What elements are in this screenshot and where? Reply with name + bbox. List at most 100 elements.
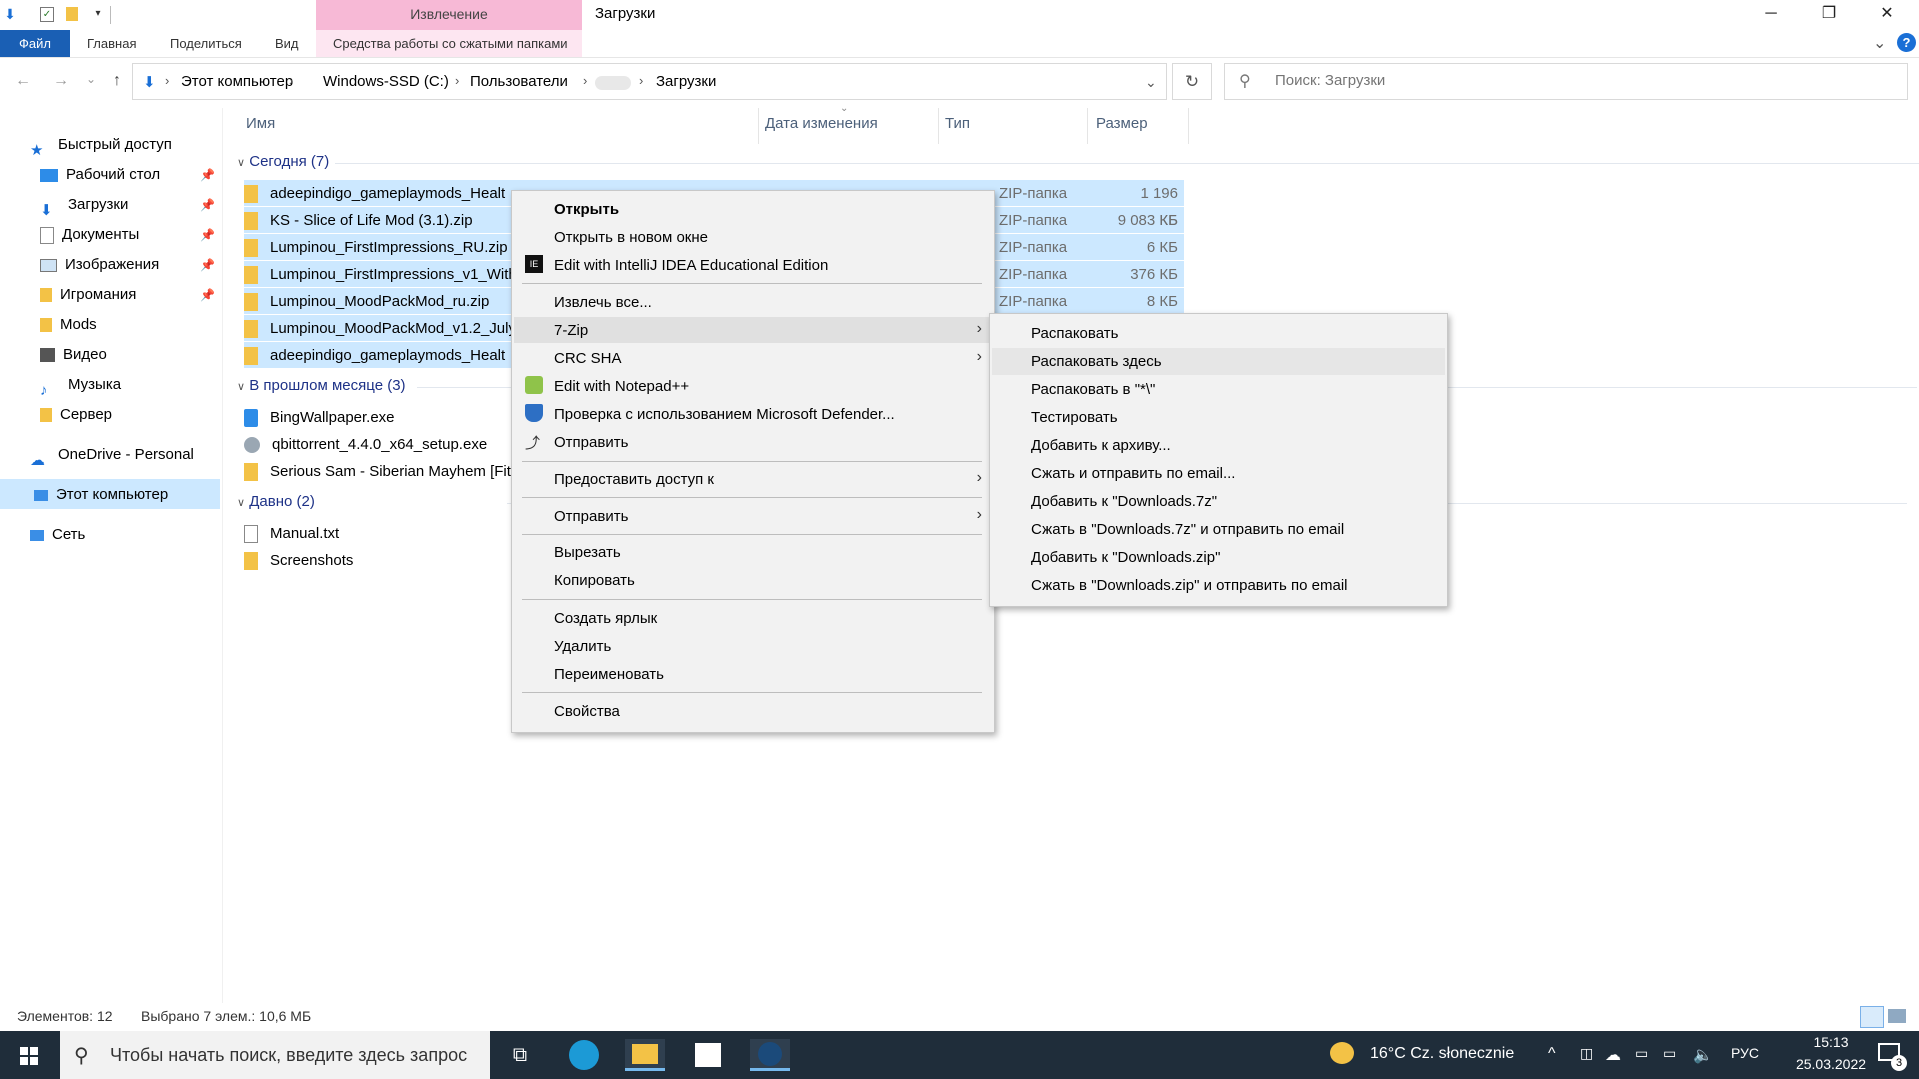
help-icon[interactable]: ?	[1897, 33, 1916, 52]
column-header-size[interactable]: Размер	[1096, 115, 1148, 132]
menu-item-properties[interactable]: Свойства	[554, 703, 620, 720]
start-button[interactable]	[0, 1031, 60, 1079]
details-view-icon[interactable]	[1860, 1006, 1884, 1028]
search-input[interactable]	[1273, 71, 1877, 90]
column-divider[interactable]	[1188, 108, 1189, 144]
menu-item-open[interactable]: Открыть	[554, 201, 619, 218]
weather-text[interactable]: 16°C Cz. słonecznie	[1370, 1045, 1514, 1063]
up-icon[interactable]: ↑	[106, 72, 128, 90]
breadcrumb-downloads[interactable]: Загрузки	[656, 73, 716, 90]
address-bar[interactable]: ⬇ › Этот компьютер › Windows-SSD (C:) › …	[132, 63, 1167, 100]
maximize-button[interactable]: ❐	[1800, 0, 1858, 30]
menu-item-edit-intellij[interactable]: Edit with IntelliJ IDEA Educational Edit…	[554, 257, 828, 274]
file-row[interactable]: BingWallpaper.exe	[244, 404, 395, 431]
sidebar-item-onedrive[interactable]: ☁ OneDrive - Personal	[30, 441, 194, 469]
sidebar-item-mods[interactable]: Mods	[40, 311, 97, 339]
menu-item-7zip[interactable]: 7-Zip	[554, 322, 588, 339]
menu-item-extract-all[interactable]: Извлечь все...	[554, 294, 652, 311]
tab-share[interactable]: Поделиться	[170, 30, 242, 57]
breadcrumb-drive[interactable]: Windows-SSD (C:)	[323, 73, 449, 90]
steam-icon[interactable]	[750, 1039, 790, 1071]
pin-icon[interactable]: 📌	[200, 168, 215, 182]
sidebar-item-pictures[interactable]: Изображения	[40, 251, 159, 279]
submenu-item-extract-to-folder[interactable]: Распаковать в "*\"	[1031, 381, 1155, 398]
submenu-item-compress-zip-email[interactable]: Сжать в "Downloads.zip" и отправить по e…	[1031, 577, 1347, 594]
file-row[interactable]: Screenshots	[244, 547, 353, 574]
minimize-button[interactable]: ─	[1742, 0, 1800, 30]
sidebar-item-this-pc[interactable]: Этот компьютер	[34, 481, 168, 509]
taskbar-search-box[interactable]: ⚲ Чтобы начать поиск, введите здесь запр…	[60, 1031, 490, 1079]
breadcrumb-username-redacted[interactable]	[595, 76, 631, 90]
menu-item-edit-notepad[interactable]: Edit with Notepad++	[554, 378, 689, 395]
column-divider[interactable]	[758, 108, 759, 144]
sidebar-item-igromania[interactable]: Игромания	[40, 281, 136, 309]
customize-qat-icon[interactable]: ▾	[90, 5, 106, 23]
submenu-item-add-to-zip[interactable]: Добавить к "Downloads.zip"	[1031, 549, 1220, 566]
file-row[interactable]: Serious Sam - Siberian Mayhem [FitG	[244, 458, 523, 485]
pin-icon[interactable]: 📌	[200, 198, 215, 212]
tab-file[interactable]: Файл	[0, 30, 70, 57]
pin-icon[interactable]: 📌	[200, 288, 215, 302]
file-row[interactable]: Lumpinou_MoodPackMod_ru.zip	[244, 288, 489, 315]
recent-locations-icon[interactable]: ⌄	[80, 72, 102, 86]
volume-icon[interactable]: 🔈	[1693, 1045, 1713, 1065]
sidebar-item-server[interactable]: Сервер	[40, 401, 112, 429]
file-row[interactable]: qbittorrent_4.4.0_x64_setup.exe	[244, 431, 487, 458]
file-row[interactable]: Manual.txt	[244, 520, 339, 547]
sidebar-item-downloads[interactable]: ⬇ Загрузки	[40, 191, 128, 219]
sidebar-item-music[interactable]: ♪ Музыка	[40, 371, 121, 399]
file-explorer-icon[interactable]	[625, 1039, 665, 1071]
menu-item-defender-scan[interactable]: Проверка с использованием Microsoft Defe…	[554, 406, 895, 423]
battery-icon[interactable]: ▭	[1635, 1045, 1648, 1062]
submenu-item-test[interactable]: Тестировать	[1031, 409, 1118, 426]
new-folder-icon[interactable]	[66, 7, 78, 21]
address-dropdown-icon[interactable]: ⌄	[1145, 74, 1157, 91]
column-divider[interactable]	[1087, 108, 1088, 144]
column-header-type[interactable]: Тип	[945, 115, 970, 132]
task-view-icon[interactable]: ⧉	[500, 1039, 540, 1071]
meet-now-icon[interactable]: ◫	[1580, 1045, 1593, 1062]
forward-icon[interactable]: →	[50, 72, 72, 90]
submenu-item-compress-7z-email[interactable]: Сжать в "Downloads.7z" и отправить по em…	[1031, 521, 1344, 538]
tab-compressed-folder-tools[interactable]: Средства работы со сжатыми папками	[333, 30, 568, 57]
sidebar-item-documents[interactable]: Документы	[40, 221, 139, 249]
clock-time[interactable]: 15:13	[1796, 1034, 1866, 1050]
breadcrumb-this-pc[interactable]: Этот компьютер	[181, 73, 293, 90]
submenu-item-extract[interactable]: Распаковать	[1031, 325, 1118, 342]
group-header-last-month[interactable]: ∨ В прошлом месяце (3)	[237, 377, 1917, 394]
sidebar-item-network[interactable]: Сеть	[30, 521, 85, 549]
properties-check-icon[interactable]: ✓	[40, 7, 54, 22]
submenu-item-add-to-archive[interactable]: Добавить к архиву...	[1031, 437, 1171, 454]
pin-icon[interactable]: 📌	[200, 258, 215, 272]
menu-item-give-access[interactable]: Предоставить доступ к	[554, 471, 714, 488]
pane-divider[interactable]	[222, 108, 223, 1003]
menu-item-create-shortcut[interactable]: Создать ярлык	[554, 610, 657, 627]
file-row[interactable]: Lumpinou_MoodPackMod_v1.2_July2	[244, 315, 524, 342]
menu-item-crc-sha[interactable]: CRC SHA	[554, 350, 622, 367]
group-header-today[interactable]: ∨ Сегодня (7)	[237, 153, 1919, 170]
menu-item-rename[interactable]: Переименовать	[554, 666, 664, 683]
back-icon[interactable]: ←	[12, 72, 34, 90]
submenu-item-compress-email[interactable]: Сжать и отправить по email...	[1031, 465, 1235, 482]
menu-item-cut[interactable]: Вырезать	[554, 544, 621, 561]
tab-view[interactable]: Вид	[275, 30, 299, 57]
network-tray-icon[interactable]: ▭	[1663, 1045, 1676, 1062]
show-hidden-icons-icon[interactable]: ^	[1548, 1045, 1556, 1063]
column-header-date[interactable]: Дата изменения	[765, 115, 878, 132]
file-row[interactable]: adeepindigo_gameplaymods_Healt	[244, 180, 505, 207]
column-header-name[interactable]: Имя	[246, 115, 275, 132]
weather-icon[interactable]	[1330, 1042, 1354, 1064]
tab-home[interactable]: Главная	[87, 30, 136, 57]
edge-icon[interactable]	[564, 1039, 604, 1071]
refresh-button[interactable]: ↻	[1172, 63, 1212, 100]
sidebar-item-quick-access[interactable]: ★ Быстрый доступ	[30, 131, 172, 159]
file-row[interactable]: Lumpinou_FirstImpressions_RU.zip	[244, 234, 508, 261]
menu-item-delete[interactable]: Удалить	[554, 638, 611, 655]
close-button[interactable]: ✕	[1858, 0, 1916, 30]
input-language[interactable]: РУС	[1731, 1045, 1759, 1061]
sidebar-item-video[interactable]: Видео	[40, 341, 107, 369]
menu-item-copy[interactable]: Копировать	[554, 572, 635, 589]
file-row[interactable]: Lumpinou_FirstImpressions_v1_WithT	[244, 261, 526, 288]
submenu-item-add-to-7z[interactable]: Добавить к "Downloads.7z"	[1031, 493, 1217, 510]
onedrive-tray-icon[interactable]: ☁	[1605, 1045, 1621, 1065]
